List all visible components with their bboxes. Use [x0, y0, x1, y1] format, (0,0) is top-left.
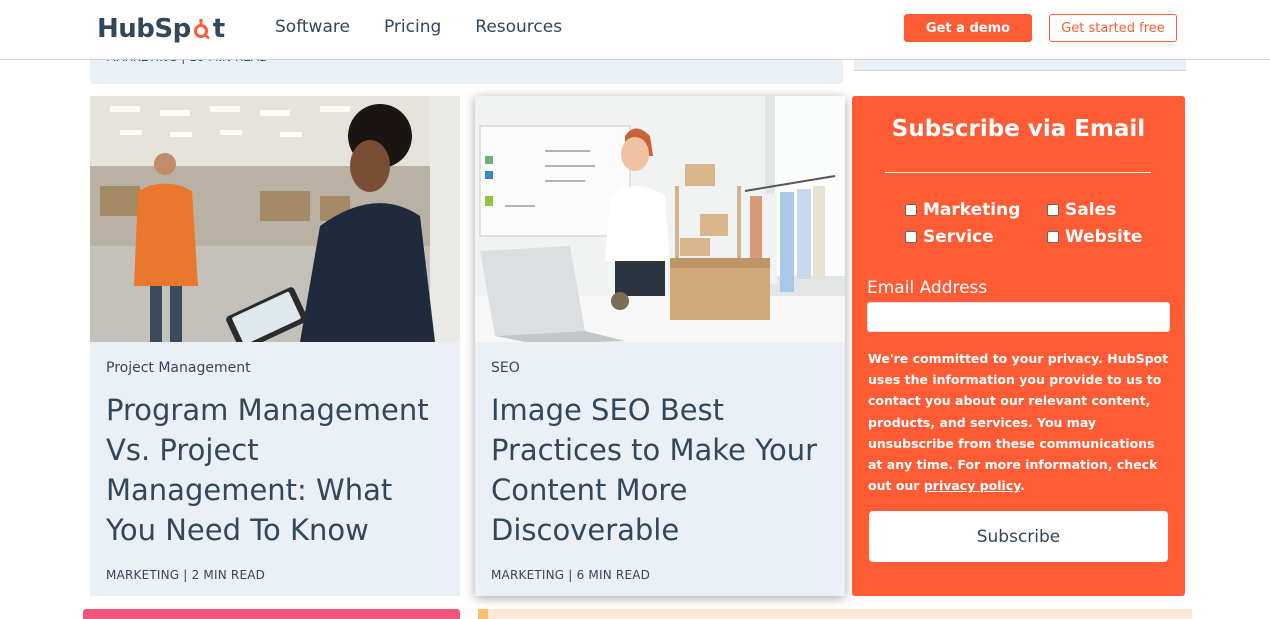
- checkbox-box[interactable]: [905, 231, 917, 243]
- nav-pricing[interactable]: Pricing: [384, 17, 441, 37]
- article-title[interactable]: Program Management Vs. Project Managemen…: [106, 390, 446, 550]
- article-tag[interactable]: SEO: [491, 360, 520, 376]
- get-started-free-button[interactable]: Get started free: [1049, 14, 1177, 42]
- article-card-image-seo[interactable]: SEO Image SEO Best Practices to Make You…: [475, 96, 845, 596]
- article-image-warehouse[interactable]: [90, 96, 460, 342]
- article-image-office[interactable]: [475, 96, 845, 342]
- nav-software[interactable]: Software: [275, 17, 350, 37]
- privacy-notice: We're committed to your privacy. HubSpot…: [868, 348, 1173, 496]
- logo-text: HubSp: [97, 14, 191, 44]
- checkbox-box[interactable]: [905, 204, 917, 216]
- article-title[interactable]: Image SEO Best Practices to Make Your Co…: [491, 390, 831, 550]
- subscribe-panel: Subscribe via Email Marketing Sales Serv…: [852, 96, 1185, 596]
- email-label: Email Address: [867, 278, 988, 298]
- checkbox-website[interactable]: Website: [1047, 227, 1142, 247]
- logo-text-end: t: [212, 14, 225, 44]
- sprocket-icon: [193, 19, 210, 39]
- article-tag[interactable]: Project Management: [106, 360, 251, 376]
- checkbox-label: Marketing: [923, 200, 1021, 220]
- checkbox-label: Website: [1065, 227, 1143, 247]
- email-field[interactable]: [867, 302, 1170, 332]
- divider: [885, 172, 1151, 173]
- checkbox-service[interactable]: Service: [905, 227, 994, 247]
- article-card-program-management[interactable]: Project Management Program Management Vs…: [90, 96, 460, 596]
- subscribe-title: Subscribe via Email: [891, 116, 1146, 142]
- article-meta: MARKETING | 6 MIN READ: [491, 568, 651, 582]
- checkbox-label: Sales: [1065, 200, 1117, 220]
- article-meta: MARKETING | 2 MIN READ: [106, 568, 266, 582]
- checkbox-marketing[interactable]: Marketing: [905, 200, 1020, 220]
- privacy-text: We're committed to your privacy. HubSpot…: [868, 351, 1169, 494]
- privacy-policy-link[interactable]: privacy policy: [924, 478, 1020, 493]
- next-card-top[interactable]: [83, 609, 460, 619]
- nav-resources[interactable]: Resources: [475, 17, 562, 37]
- checkbox-box[interactable]: [1047, 231, 1059, 243]
- privacy-end: .: [1020, 478, 1025, 494]
- main-nav: Software Pricing Resources: [275, 17, 562, 37]
- checkbox-label: Service: [923, 227, 994, 247]
- site-header: HubSp t Software Pricing Resources Get a…: [0, 0, 1270, 60]
- get-demo-button[interactable]: Get a demo: [904, 14, 1032, 42]
- checkbox-box[interactable]: [1047, 204, 1059, 216]
- hubspot-logo[interactable]: HubSp t: [97, 10, 225, 48]
- checkbox-sales[interactable]: Sales: [1047, 200, 1116, 220]
- subscribe-button[interactable]: Subscribe: [869, 511, 1168, 562]
- next-banner-top[interactable]: [478, 609, 1192, 619]
